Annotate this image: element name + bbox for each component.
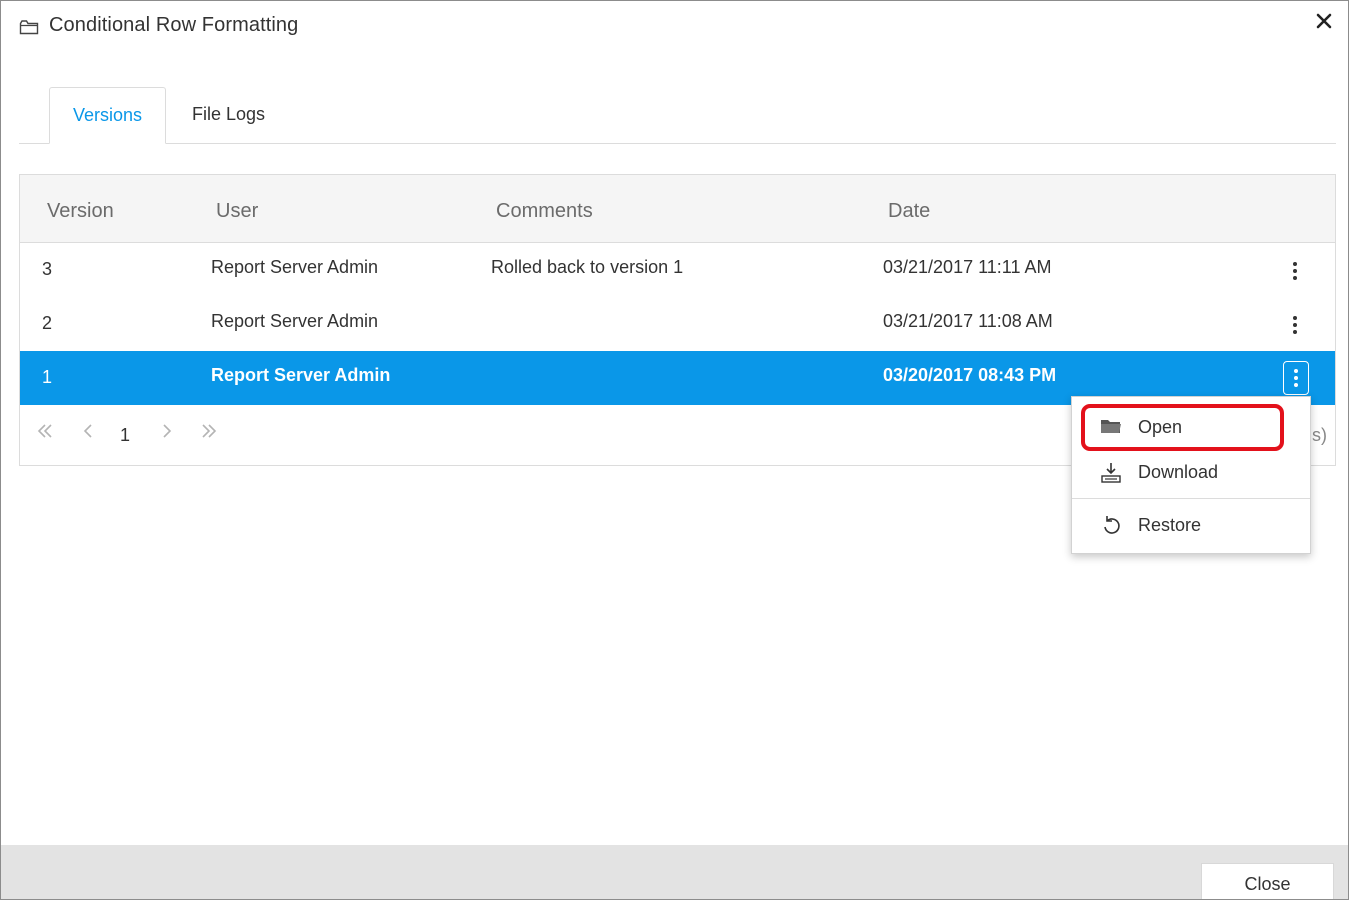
dialog-title: Conditional Row Formatting (49, 14, 299, 36)
table-row[interactable]: 2 Report Server Admin 03/21/2017 11:08 A… (20, 297, 1335, 351)
restore-icon (1100, 515, 1124, 539)
grid-header: Version User Comments Date (20, 175, 1335, 243)
cell-date: 03/20/2017 08:43 PM (883, 365, 1057, 385)
cell-date: 03/21/2017 11:08 AM (883, 311, 1053, 331)
next-page-icon[interactable] (160, 421, 174, 445)
pager-info: s) (1312, 425, 1327, 445)
column-header-date[interactable]: Date (888, 175, 930, 247)
folder-open-icon (1100, 417, 1124, 441)
close-icon[interactable] (1312, 9, 1336, 33)
first-page-icon[interactable] (36, 421, 54, 445)
previous-page-icon[interactable] (81, 421, 95, 445)
dialog-footer: Close (1, 845, 1348, 899)
menu-divider (1072, 498, 1310, 499)
dialog-header: Conditional Row Formatting (1, 1, 1348, 57)
tab-bar: Versions File Logs (19, 87, 1336, 144)
more-options-icon[interactable] (1282, 254, 1308, 288)
cell-user: Report Server Admin (211, 365, 391, 385)
cell-version: 1 (42, 367, 53, 387)
more-options-icon[interactable] (1282, 308, 1308, 342)
page-number[interactable]: 1 (120, 425, 130, 446)
last-page-icon[interactable] (200, 421, 218, 445)
column-header-comments[interactable]: Comments (496, 175, 593, 247)
menu-item-label: Open (1138, 417, 1183, 437)
menu-item-label: Restore (1138, 515, 1202, 535)
table-row[interactable]: 3 Report Server Admin Rolled back to ver… (20, 243, 1335, 297)
menu-item-open[interactable]: Open (1072, 405, 1310, 451)
cell-user: Report Server Admin (211, 257, 379, 277)
cell-version: 2 (42, 313, 53, 333)
cell-comments: Rolled back to version 1 (491, 257, 684, 277)
menu-item-restore[interactable]: Restore (1072, 503, 1310, 549)
tab-file-logs[interactable]: File Logs (169, 87, 289, 144)
cell-user: Report Server Admin (211, 311, 379, 331)
version-history-dialog: Conditional Row Formatting Versions File… (0, 0, 1349, 900)
tab-versions[interactable]: Versions (49, 87, 166, 144)
menu-item-label: Download (1138, 462, 1219, 482)
download-icon (1100, 462, 1124, 486)
column-header-version[interactable]: Version (47, 175, 114, 247)
cell-version: 3 (42, 259, 53, 279)
folder-icon (19, 18, 39, 36)
menu-item-download[interactable]: Download (1072, 450, 1310, 496)
context-menu: Open Download Restore (1071, 396, 1311, 554)
cell-date: 03/21/2017 11:11 AM (883, 257, 1052, 277)
close-button[interactable]: Close (1201, 863, 1334, 899)
column-header-user[interactable]: User (216, 175, 258, 247)
more-options-icon[interactable] (1283, 361, 1309, 395)
